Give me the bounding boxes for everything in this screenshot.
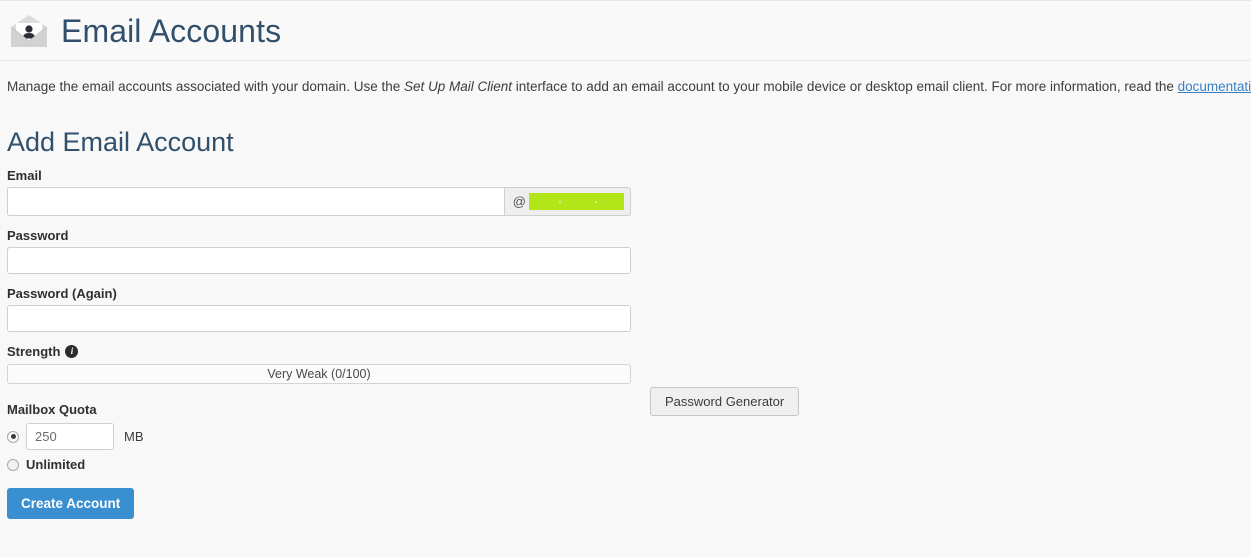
- quota-unlimited-row: Unlimited: [7, 457, 1107, 472]
- quota-size-input[interactable]: [26, 423, 114, 450]
- strength-label: Strength: [7, 344, 61, 359]
- password-generator-button[interactable]: Password Generator: [650, 387, 800, 416]
- domain-redacted-block: [529, 193, 624, 210]
- password-again-label: Password (Again): [7, 286, 117, 301]
- at-symbol-icon: @: [512, 194, 526, 209]
- intro-emphasis: Set Up Mail Client: [403, 79, 513, 94]
- page-header: Email Accounts: [0, 1, 1251, 61]
- mailbox-quota-label: Mailbox Quota: [7, 402, 97, 417]
- info-icon[interactable]: i: [65, 345, 79, 358]
- strength-row: Very Weak (0/100): [7, 364, 1107, 384]
- documentation-link[interactable]: documentation: [1178, 79, 1251, 94]
- page-title: Email Accounts: [61, 12, 282, 49]
- quota-unlimited-label: Unlimited: [26, 457, 86, 472]
- add-email-account-form: Email @ Password Password (Again) Streng…: [7, 168, 1107, 519]
- email-input[interactable]: [7, 187, 504, 216]
- strength-label-row: Strength i: [7, 344, 1107, 359]
- quota-unlimited-radio[interactable]: [7, 458, 19, 471]
- quota-sized-radio[interactable]: [7, 430, 19, 443]
- email-domain-addon: @: [503, 187, 631, 216]
- add-email-account-heading: Add Email Account: [7, 127, 234, 157]
- password-label: Password: [7, 228, 69, 243]
- password-strength-bar: Very Weak (0/100): [7, 364, 631, 384]
- quota-sized-row: MB: [7, 423, 1107, 450]
- create-account-button[interactable]: Create Account: [7, 488, 135, 519]
- quota-unit-label: MB: [124, 429, 144, 444]
- email-input-group: @: [7, 187, 631, 216]
- password-input[interactable]: [7, 247, 631, 274]
- intro-text-after: interface to add an email account to you…: [512, 79, 1178, 94]
- intro-text-before: Manage the email accounts associated wit…: [7, 79, 404, 94]
- password-again-input[interactable]: [7, 305, 631, 332]
- intro-paragraph: Manage the email accounts associated wit…: [7, 78, 1251, 96]
- email-account-envelope-icon: [7, 9, 51, 53]
- email-label: Email: [7, 168, 42, 183]
